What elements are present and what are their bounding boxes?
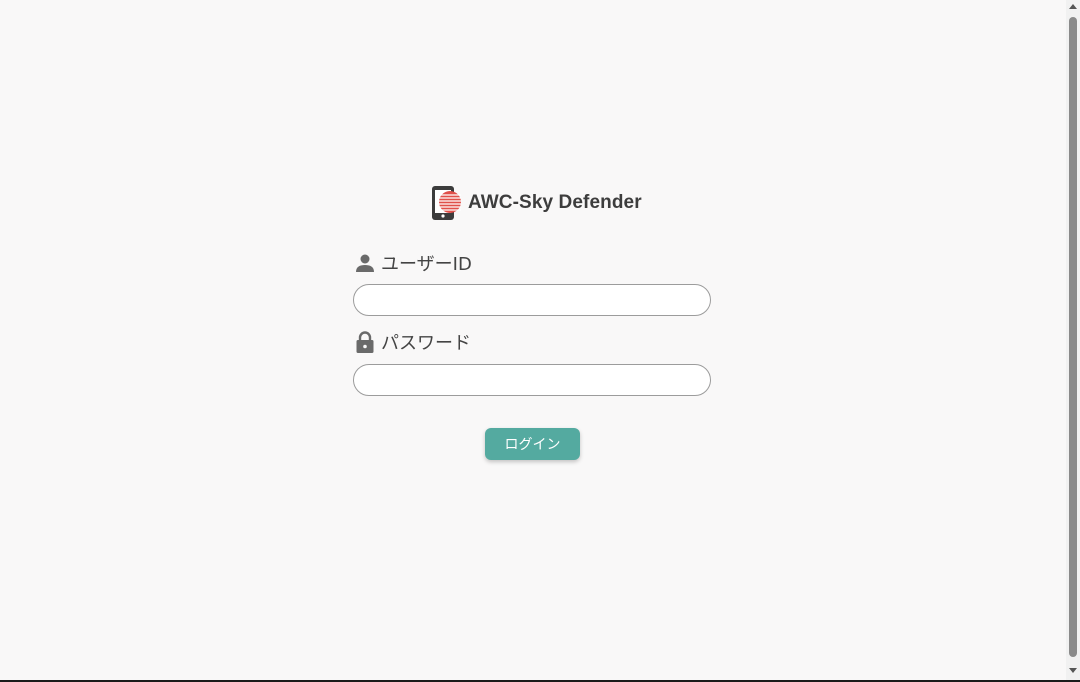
login-button[interactable]: ログイン — [485, 428, 580, 460]
user-id-input[interactable] — [353, 284, 711, 316]
password-label: パスワード — [381, 333, 471, 354]
person-icon — [356, 254, 374, 272]
user-id-label-row: ユーザーID — [354, 250, 472, 276]
password-input[interactable] — [353, 364, 711, 396]
phone-shield-icon — [432, 186, 461, 220]
scroll-up-arrow-icon[interactable] — [1069, 4, 1077, 9]
scroll-thumb[interactable] — [1069, 17, 1077, 657]
vertical-scrollbar[interactable] — [1066, 0, 1080, 680]
user-id-label: ユーザーID — [381, 254, 472, 275]
lock-icon — [356, 331, 374, 353]
app-title: AWC-Sky Defender — [468, 192, 642, 213]
brand-header: AWC-Sky Defender — [431, 185, 642, 221]
password-label-row: パスワード — [354, 329, 471, 355]
login-page: AWC-Sky Defender ユーザーID パスワード ログイン — [0, 0, 1066, 680]
scroll-down-arrow-icon[interactable] — [1069, 668, 1077, 673]
